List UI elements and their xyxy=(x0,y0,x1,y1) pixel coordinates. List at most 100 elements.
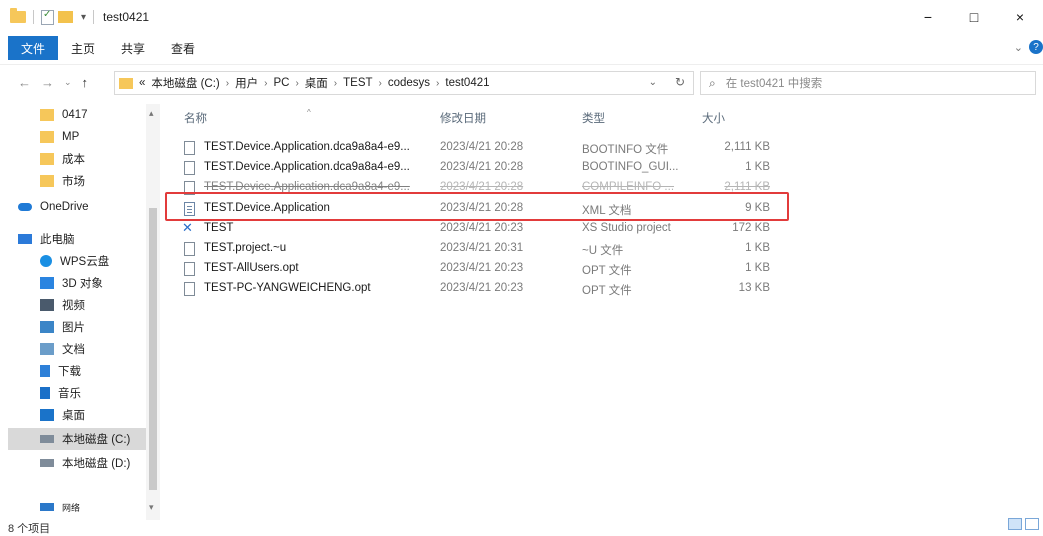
breadcrumb-separator[interactable]: › xyxy=(264,78,267,89)
tab-view[interactable]: 查看 xyxy=(158,36,208,60)
breadcrumb-separator[interactable]: › xyxy=(226,78,229,89)
cloud-icon xyxy=(18,203,32,211)
expand-ribbon-icon[interactable]: ⌄ xyxy=(1014,41,1023,54)
search-box[interactable]: ⌕ 在 test0421 中搜索 xyxy=(700,71,1036,95)
file-size: 1 KB xyxy=(745,262,770,274)
refresh-icon[interactable]: ↻ xyxy=(675,75,685,89)
file-date: 2023/4/21 20:23 xyxy=(440,282,524,294)
file-name: TEST xyxy=(204,222,234,234)
sidebar-item-label: WPS云盘 xyxy=(60,256,110,268)
sidebar-item-0417[interactable]: 0417 xyxy=(40,104,146,126)
sidebar-item-3d-objects[interactable]: 3D 对象 xyxy=(40,272,146,294)
download-icon xyxy=(40,365,50,377)
help-icon[interactable]: ? xyxy=(1029,40,1043,54)
table-row[interactable]: TEST.project.~u 2023/4/21 20:31 ~U 文件 1 … xyxy=(180,241,778,259)
breadcrumb-drive-c[interactable]: 本地磁盘 (C:) xyxy=(151,75,219,91)
sidebar-item-mp[interactable]: MP xyxy=(40,126,146,148)
sidebar-item-downloads[interactable]: 下载 xyxy=(40,360,146,382)
address-bar[interactable]: « 本地磁盘 (C:) › 用户 › PC › 桌面 › TEST › code… xyxy=(114,71,694,95)
sidebar-item-desktop[interactable]: 桌面 xyxy=(40,404,146,426)
table-row[interactable]: TEST.Device.Application.dca9a8a4-e9... 2… xyxy=(180,140,778,158)
search-input[interactable]: 在 test0421 中搜索 xyxy=(726,75,823,91)
breadcrumb-separator[interactable]: › xyxy=(334,78,337,89)
breadcrumb-separator[interactable]: › xyxy=(379,78,382,89)
minimize-button[interactable]: − xyxy=(905,0,951,34)
breadcrumb-test0421[interactable]: test0421 xyxy=(445,77,489,89)
sidebar-item-label: 成本 xyxy=(62,154,85,166)
new-folder-icon[interactable] xyxy=(58,11,73,23)
recent-locations-icon[interactable]: ⌄ xyxy=(64,77,72,88)
sidebar-item-pictures[interactable]: 图片 xyxy=(40,316,146,338)
file-icon xyxy=(184,141,195,155)
network-icon xyxy=(40,503,54,511)
file-type: ~U 文件 xyxy=(582,245,624,257)
navigation-bar: ← → ⌄ ↑ « 本地磁盘 (C:) › 用户 › PC › 桌面 › TES… xyxy=(0,64,1043,100)
scrollbar-thumb[interactable] xyxy=(149,208,157,490)
sidebar-item-drive-c[interactable]: 本地磁盘 (C:) xyxy=(8,428,146,450)
sidebar-item-network[interactable]: 网络 xyxy=(40,498,146,516)
file-date: 2023/4/21 20:28 xyxy=(440,161,524,173)
scroll-down-icon[interactable]: ▾ xyxy=(149,502,154,513)
forward-icon[interactable]: → xyxy=(41,75,54,90)
breadcrumb-separator[interactable]: › xyxy=(295,78,298,89)
address-history-dropdown-icon[interactable]: ⌄ xyxy=(649,77,657,88)
table-row[interactable]: TEST-PC-YANGWEICHENG.opt 2023/4/21 20:23… xyxy=(180,281,778,299)
sidebar-item-this-pc[interactable]: 此电脑 xyxy=(18,228,146,250)
column-header-date[interactable]: 修改日期 xyxy=(440,110,486,128)
sidebar-item-label: 下载 xyxy=(58,366,81,378)
breadcrumb-pc[interactable]: PC xyxy=(273,77,289,89)
breadcrumb-overflow[interactable]: « xyxy=(139,77,145,89)
properties-icon[interactable] xyxy=(41,9,54,25)
sidebar-item-videos[interactable]: 视频 xyxy=(40,294,146,316)
sidebar-item-music[interactable]: 音乐 xyxy=(40,382,146,404)
sidebar-scrollbar[interactable]: ▴ ▾ xyxy=(146,104,160,520)
breadcrumb-test[interactable]: TEST xyxy=(343,77,372,89)
column-header-type[interactable]: 类型 xyxy=(582,110,605,128)
sidebar-item-label: 0417 xyxy=(62,109,88,121)
sidebar-item-wps-cloud[interactable]: WPS云盘 xyxy=(40,250,146,272)
tab-file[interactable]: 文件 xyxy=(8,36,59,60)
divider xyxy=(33,10,34,24)
tab-home[interactable]: 主页 xyxy=(58,36,108,60)
quick-access-toolbar: ▾ xyxy=(10,8,97,25)
column-header-size[interactable]: 大小 xyxy=(702,110,725,128)
tab-share[interactable]: 共享 xyxy=(108,36,158,60)
sidebar-item-label: 网络 xyxy=(62,502,81,513)
file-name: TEST-AllUsers.opt xyxy=(204,262,299,274)
file-type: XS Studio project xyxy=(582,222,671,234)
drive-icon xyxy=(40,459,54,467)
document-icon xyxy=(40,343,54,355)
column-header-name[interactable]: 名称 ^ xyxy=(184,108,311,128)
breadcrumb-users[interactable]: 用户 xyxy=(235,75,258,91)
drive-icon xyxy=(40,435,54,443)
table-row[interactable]: ✕ TEST 2023/4/21 20:23 XS Studio project… xyxy=(180,220,778,239)
folder-icon xyxy=(40,175,54,187)
folder-icon xyxy=(40,153,54,165)
file-name: TEST.project.~u xyxy=(204,242,287,254)
table-row[interactable]: TEST-AllUsers.opt 2023/4/21 20:23 OPT 文件… xyxy=(180,261,778,279)
close-button[interactable]: × xyxy=(997,0,1043,34)
sidebar-item-label: 市场 xyxy=(62,176,85,188)
customize-toolbar-dropdown-icon[interactable]: ▾ xyxy=(81,12,86,23)
back-icon[interactable]: ← xyxy=(18,75,31,90)
breadcrumb-codesys[interactable]: codesys xyxy=(388,77,430,89)
table-row[interactable]: TEST.Device.Application.dca9a8a4-e9... 2… xyxy=(180,160,778,178)
breadcrumb-desktop[interactable]: 桌面 xyxy=(305,75,328,91)
sidebar-item-cost[interactable]: 成本 xyxy=(40,148,146,170)
details-view-button[interactable] xyxy=(1008,518,1022,530)
sort-ascending-icon: ^ xyxy=(307,108,311,117)
sidebar-item-onedrive[interactable]: OneDrive xyxy=(18,196,146,218)
video-icon xyxy=(40,299,54,311)
maximize-button[interactable]: □ xyxy=(951,0,997,34)
status-item-count: 8 个项目 xyxy=(8,523,51,535)
xs-studio-icon: ✕ xyxy=(182,220,193,235)
sidebar-item-documents[interactable]: 文档 xyxy=(40,338,146,360)
cube-icon xyxy=(40,277,54,289)
file-type: BOOTINFO_GUI... xyxy=(582,161,679,173)
up-icon[interactable]: ↑ xyxy=(82,75,89,90)
large-icons-view-button[interactable] xyxy=(1025,518,1039,530)
sidebar-item-market[interactable]: 市场 xyxy=(40,170,146,192)
breadcrumb-separator[interactable]: › xyxy=(436,78,439,89)
sidebar-item-drive-d[interactable]: 本地磁盘 (D:) xyxy=(40,452,146,474)
scroll-up-icon[interactable]: ▴ xyxy=(149,108,154,119)
